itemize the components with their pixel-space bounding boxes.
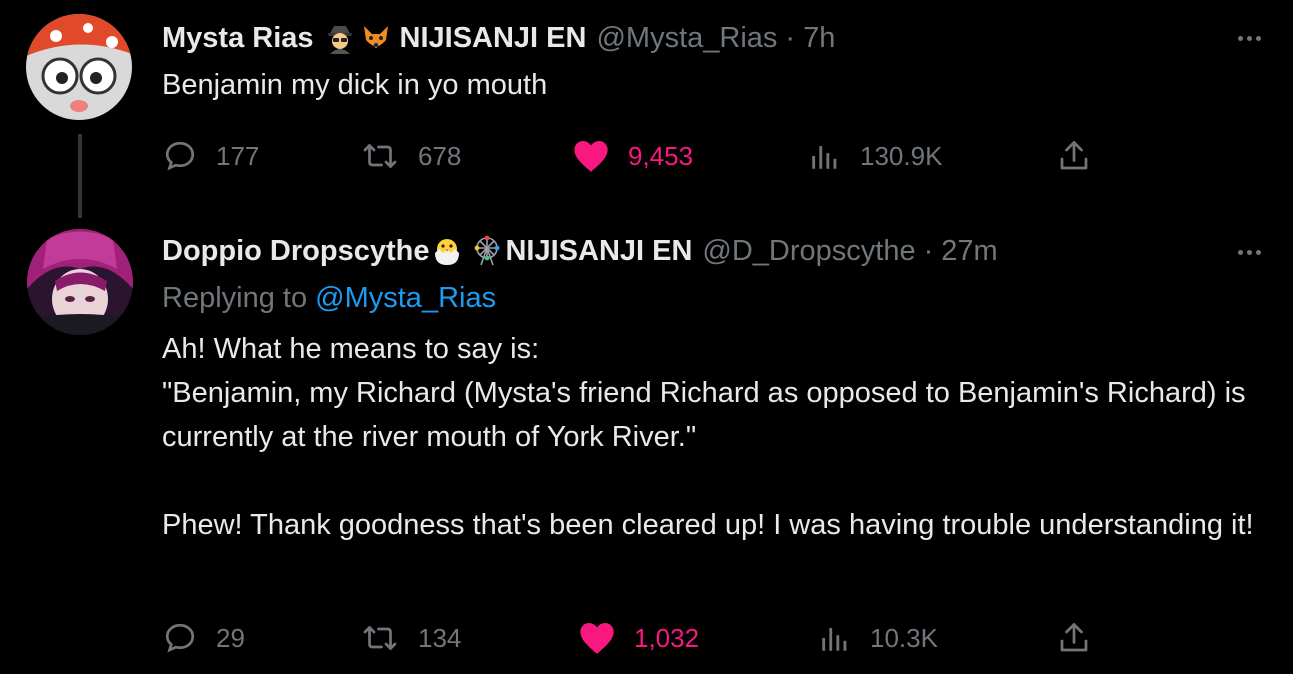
like-button[interactable]: 9,453 xyxy=(572,136,693,176)
views-button[interactable]: 130.9K xyxy=(808,136,942,176)
views-button[interactable]: 10.3K xyxy=(818,618,938,658)
share-button[interactable] xyxy=(1056,136,1092,176)
mention-link[interactable]: @Mysta_Rias xyxy=(315,282,496,314)
tweet-text: Ah! What he means to say is: "Benjamin, … xyxy=(162,333,1254,541)
share-button[interactable] xyxy=(1056,618,1092,658)
retweet-count: 134 xyxy=(418,622,462,653)
org-name: NIJISANJI EN xyxy=(505,234,693,267)
ferris-wheel-emoji xyxy=(471,235,503,267)
retweet-icon xyxy=(363,144,397,168)
view-count: 10.3K xyxy=(870,622,938,653)
avatar[interactable] xyxy=(26,14,132,120)
reply-icon xyxy=(165,623,195,653)
reply-button[interactable]: 29 xyxy=(162,618,245,658)
tweet-header: Doppio Dropscythe NIJISANJI EN @D_Dropsc… xyxy=(162,231,998,271)
reply-count: 177 xyxy=(216,140,260,171)
fox-emoji xyxy=(360,22,392,54)
timestamp[interactable]: 7h xyxy=(803,22,835,55)
retweet-button[interactable]: 134 xyxy=(360,618,461,658)
action-bar: 29 134 1,032 10.3K xyxy=(0,618,1293,658)
tweet-text: Benjamin my dick in yo mouth xyxy=(162,69,548,101)
separator: · xyxy=(785,21,796,54)
avatar[interactable] xyxy=(27,229,133,335)
share-icon xyxy=(1060,141,1088,170)
reply-button[interactable]: 177 xyxy=(162,136,259,176)
reply-icon xyxy=(165,141,195,171)
separator: · xyxy=(923,234,934,267)
more-icon[interactable] xyxy=(1229,240,1269,264)
view-count: 130.9K xyxy=(860,140,943,171)
timestamp[interactable]: 27m xyxy=(941,235,997,268)
handle[interactable]: @Mysta_Rias xyxy=(596,22,777,55)
like-count: 9,453 xyxy=(628,140,694,171)
retweet-count: 678 xyxy=(418,140,462,171)
heart-icon xyxy=(574,140,608,172)
more-icon[interactable] xyxy=(1229,26,1269,50)
views-icon xyxy=(812,146,837,169)
share-icon xyxy=(1060,623,1088,652)
retweet-button[interactable]: 678 xyxy=(360,136,461,176)
spy-emoji xyxy=(324,22,356,54)
replying-prefix: Replying to xyxy=(162,282,316,314)
tweet-header: Mysta Rias NIJISANJI EN @Mysta_Rias · 7h xyxy=(162,18,835,58)
chick-emoji xyxy=(431,235,463,267)
like-count: 1,032 xyxy=(634,622,700,653)
like-button[interactable]: 1,032 xyxy=(578,618,699,658)
views-icon xyxy=(822,628,847,651)
org-name: NIJISANJI EN xyxy=(399,21,587,54)
heart-icon xyxy=(580,622,614,654)
display-name[interactable]: Mysta Rias xyxy=(162,22,314,55)
reply-count: 29 xyxy=(216,622,245,653)
replying-to: Replying to @Mysta_Rias xyxy=(162,282,496,315)
display-name[interactable]: Doppio Dropscythe xyxy=(162,235,429,268)
action-bar: 177 678 9,453 130.9K xyxy=(0,136,1293,176)
retweet-icon xyxy=(363,626,397,650)
handle[interactable]: @D_Dropscythe xyxy=(702,235,915,268)
